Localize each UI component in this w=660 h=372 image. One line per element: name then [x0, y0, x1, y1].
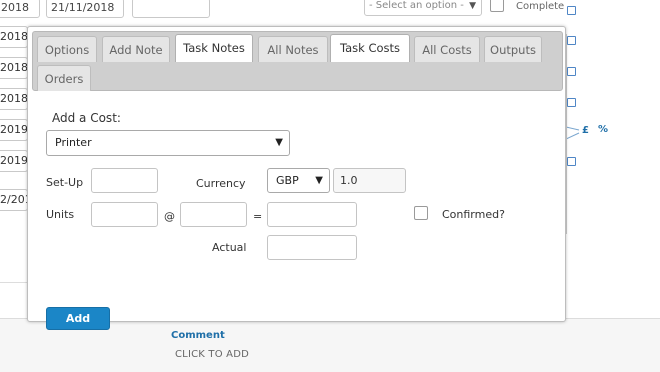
exchange-rate-input[interactable] [333, 168, 406, 193]
currency-label: Currency [196, 177, 246, 190]
equals-symbol: = [253, 210, 263, 223]
background-option-select[interactable]: - Select an option - ▼ [364, 0, 482, 16]
task-cost-modal: Options Add Note Task Notes All Notes Ta… [27, 26, 566, 330]
background-end-date-text: 21/11/2018 [51, 1, 115, 14]
units-input[interactable] [91, 202, 158, 227]
tab-outputs[interactable]: Outputs [484, 36, 542, 62]
note-icon[interactable] [567, 98, 576, 107]
background-date-text: 2018 [1, 1, 29, 14]
link-icon[interactable]: % [598, 124, 608, 135]
add-cost-form: Add a Cost: Printer ▼ Set-Up Currency GB… [28, 91, 565, 330]
tab-options[interactable]: Options [37, 36, 97, 62]
note-icon[interactable] [567, 157, 576, 166]
click-to-add-link[interactable]: CLICK TO ADD [175, 349, 249, 360]
currency-select[interactable]: GBP ▼ [267, 168, 330, 193]
unit-price-input[interactable] [180, 202, 247, 227]
note-icon[interactable] [567, 6, 576, 15]
background-column-divider [566, 34, 567, 234]
pound-icon[interactable]: £ [582, 125, 589, 136]
units-label: Units [46, 208, 75, 221]
confirmed-checkbox[interactable] [414, 206, 428, 220]
tab-add-note[interactable]: Add Note [102, 36, 170, 62]
comment-label: Comment [171, 330, 225, 341]
tab-task-costs[interactable]: Task Costs [330, 34, 410, 62]
row-date-text: 2019 [0, 154, 28, 167]
row-date-text: 2018 [0, 92, 28, 105]
tab-all-notes[interactable]: All Notes [258, 36, 328, 62]
setup-label: Set-Up [46, 176, 84, 189]
chevron-down-icon: ▼ [315, 175, 323, 186]
background-complete-checkbox[interactable] [490, 0, 504, 12]
row-date-text: 2018 [0, 30, 28, 43]
tab-orders[interactable]: Orders [37, 65, 91, 91]
background-row-date[interactable]: 2018 [0, 88, 28, 110]
background-row-date[interactable]: 2019 [0, 150, 28, 172]
background-row-date[interactable]: 2/2019 [0, 189, 28, 211]
tab-task-notes[interactable]: Task Notes [175, 34, 253, 62]
actual-label: Actual [212, 241, 247, 254]
note-icon[interactable] [567, 67, 576, 76]
chevron-down-icon: ▼ [275, 137, 283, 148]
row-date-text: 2019 [0, 123, 28, 136]
note-icon[interactable] [567, 36, 576, 45]
background-complete-label: Complete [516, 1, 565, 12]
background-row-date[interactable]: 2018 [0, 26, 28, 48]
modal-tab-bar: Options Add Note Task Notes All Notes Ta… [32, 31, 563, 91]
background-row-date[interactable]: 2018 [0, 57, 28, 79]
total-input[interactable] [267, 202, 357, 227]
background-end-date-field[interactable]: 21/11/2018 [46, 0, 124, 18]
currency-selected-text: GBP [276, 174, 299, 187]
background-divider [0, 282, 27, 283]
cost-type-select[interactable]: Printer ▼ [46, 130, 290, 156]
setup-input[interactable] [91, 168, 158, 193]
actual-input[interactable] [267, 235, 357, 260]
background-row-date[interactable]: 2019 [0, 119, 28, 141]
background-date-field[interactable]: 2018 [0, 0, 40, 18]
tab-all-costs[interactable]: All Costs [414, 36, 480, 62]
confirmed-label: Confirmed? [442, 208, 505, 221]
connector-lines-icon [566, 126, 580, 140]
cost-type-selected-text: Printer [55, 136, 92, 149]
at-symbol: @ [164, 210, 175, 223]
add-cost-button[interactable]: Add [46, 307, 110, 330]
row-date-text: 2018 [0, 61, 28, 74]
row-date-text: 2/2019 [0, 193, 27, 206]
background-empty-field[interactable] [132, 0, 210, 18]
chevron-down-icon: ▼ [469, 1, 476, 11]
add-cost-label: Add a Cost: [52, 111, 121, 125]
background-option-select-text: - Select an option - [369, 0, 464, 11]
